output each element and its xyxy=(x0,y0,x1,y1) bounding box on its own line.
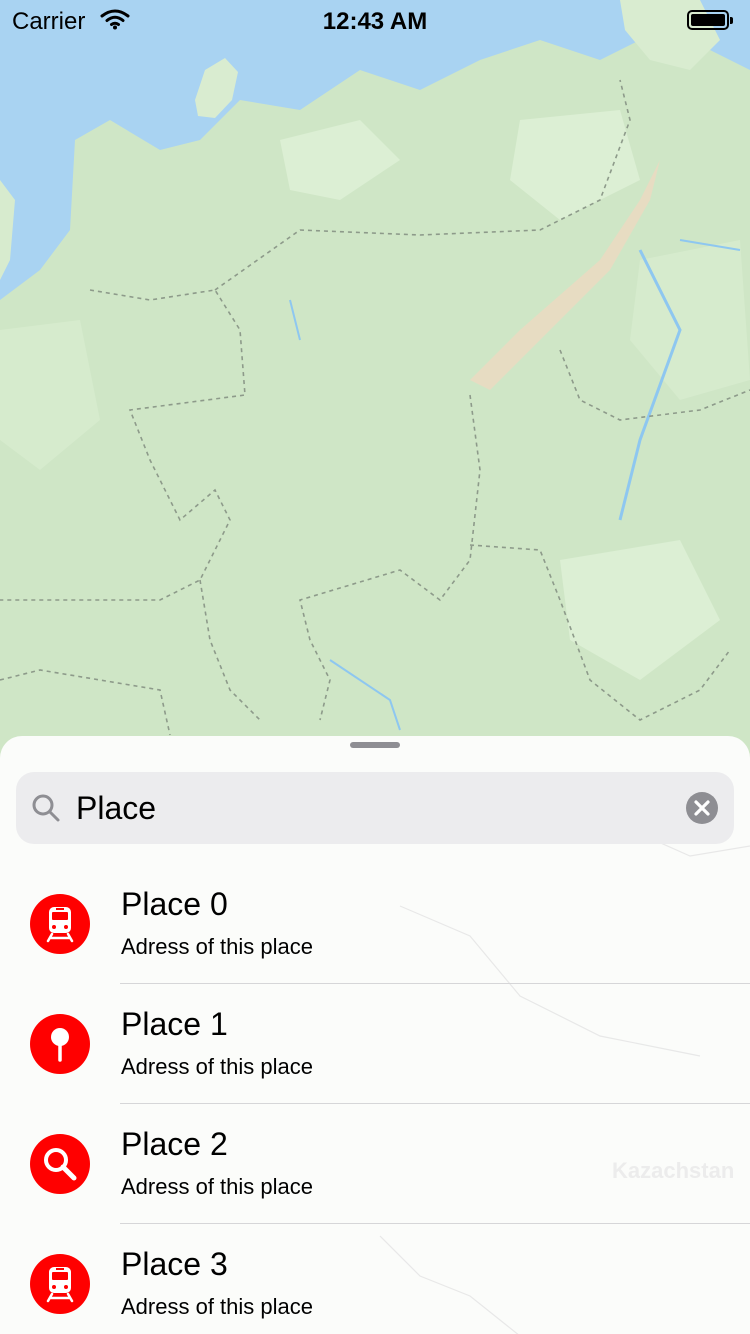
list-item-title: Place 1 xyxy=(121,1006,228,1042)
list-item[interactable]: Place 3 Adress of this place xyxy=(0,1224,750,1334)
results-list: Place 0 Adress of this place Place 1 Adr… xyxy=(0,864,750,1334)
list-item-title: Place 2 xyxy=(121,1126,228,1162)
list-item-title: Place 0 xyxy=(121,886,228,922)
train-icon xyxy=(30,1254,90,1314)
search-icon xyxy=(32,794,60,822)
clock: 12:43 AM xyxy=(322,8,428,35)
search-input[interactable] xyxy=(76,772,676,844)
train-icon xyxy=(30,894,90,954)
sheet-grabber[interactable] xyxy=(350,742,400,748)
pin-icon xyxy=(30,1014,90,1074)
search-icon xyxy=(30,1134,90,1194)
list-item-subtitle: Adress of this place xyxy=(121,934,313,959)
search-bar[interactable] xyxy=(16,772,734,844)
list-item[interactable]: Place 1 Adress of this place xyxy=(0,984,750,1104)
list-item-subtitle: Adress of this place xyxy=(121,1294,313,1319)
list-item-subtitle: Adress of this place xyxy=(121,1174,313,1199)
battery-icon xyxy=(687,10,733,30)
status-bar: Carrier 12:43 AM xyxy=(0,0,750,40)
list-item[interactable]: Place 2 Adress of this place xyxy=(0,1104,750,1224)
bottom-sheet[interactable]: Kazachstan Place Place 0 Adress of this … xyxy=(0,736,750,1334)
list-item[interactable]: Place 0 Adress of this place xyxy=(0,864,750,984)
clear-icon[interactable] xyxy=(686,792,718,824)
list-item-subtitle: Adress of this place xyxy=(121,1054,313,1079)
list-item-title: Place 3 xyxy=(121,1246,228,1282)
